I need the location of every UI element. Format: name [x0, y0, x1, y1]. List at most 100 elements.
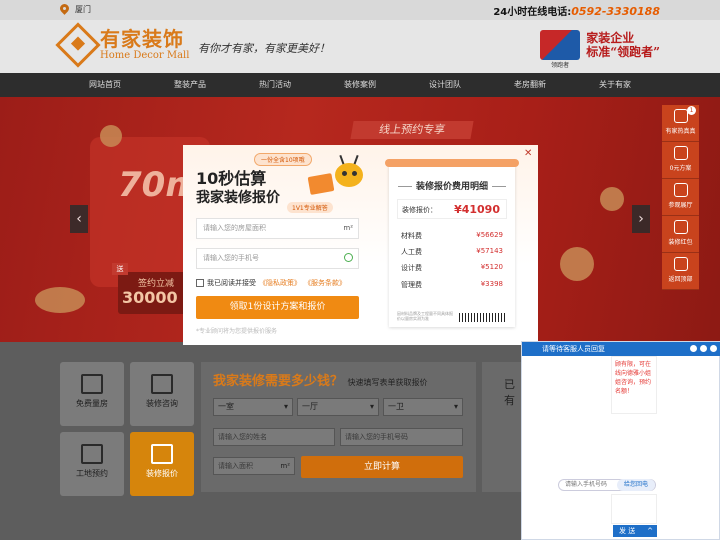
- location-pin-icon: [60, 4, 69, 15]
- area-unit: m²: [280, 462, 290, 470]
- location-icon: [673, 183, 688, 197]
- agree-checkbox[interactable]: [196, 279, 204, 287]
- terms-link[interactable]: 《服务条款》: [304, 278, 346, 288]
- house-measure-icon: [81, 374, 103, 394]
- close-icon[interactable]: ✕: [524, 149, 534, 159]
- receipt-row: 人工费 ¥57143: [401, 247, 505, 257]
- float-redpacket-label: 装修红包: [668, 239, 693, 246]
- float-service-label: 有家热真真: [665, 128, 696, 135]
- maximize-icon[interactable]: [700, 345, 707, 352]
- notification-badge: 1: [687, 106, 696, 115]
- callback-button[interactable]: 给您回电: [617, 479, 655, 491]
- nav-about[interactable]: 关于有家: [573, 73, 658, 97]
- row-label: 管理费: [401, 281, 422, 289]
- nav-design-team[interactable]: 设计团队: [403, 73, 488, 97]
- consult-icon: [151, 374, 173, 394]
- send-caret[interactable]: ^: [647, 525, 653, 537]
- callback-phone-input[interactable]: 请输入手机号码 给您回电: [558, 479, 656, 491]
- float-plan-label: 0元方案: [669, 165, 692, 172]
- banner-prev-arrow[interactable]: ‹: [70, 205, 88, 233]
- city-label[interactable]: 厦门: [75, 4, 91, 15]
- headset-icon: [673, 109, 688, 123]
- receipt-row: 材料费 ¥56629: [401, 231, 505, 241]
- room-select[interactable]: 一室: [213, 398, 293, 416]
- shield-check-icon: [344, 253, 353, 262]
- row-value: ¥56629: [476, 231, 503, 239]
- float-showroom[interactable]: 参观展厅: [662, 179, 699, 216]
- barcode-icon: [459, 313, 507, 322]
- location[interactable]: 厦门: [60, 4, 91, 15]
- tile-consult-label: 装修咨询: [146, 399, 178, 408]
- float-top-label: 返回顶部: [668, 276, 693, 283]
- float-back-top[interactable]: 返回顶部: [662, 253, 699, 290]
- badge-line2: 标准“领跑者”: [586, 45, 660, 59]
- modal-tag-expert: 1V1专业解答: [287, 202, 333, 213]
- chat-message: 顾有限，可在线向德雅小姐姐咨询，预约名额！: [611, 356, 657, 414]
- bath-select[interactable]: 一卫: [383, 398, 463, 416]
- privacy-link[interactable]: 《隐私政策》: [259, 278, 301, 288]
- area-field[interactable]: 请输入您的房屋面积 m²: [196, 218, 359, 239]
- badge-line1: 家装企业: [586, 31, 635, 45]
- discount-amount: 30000: [122, 288, 178, 307]
- row-label: 人工费: [401, 248, 422, 256]
- phone-input[interactable]: 请输入您的手机号码: [340, 428, 463, 446]
- hotline-number[interactable]: 0592-3330188: [571, 5, 660, 18]
- logo-cn: 有家装饰: [100, 27, 184, 51]
- calc-title-main: 我家装修需要多少钱？: [213, 374, 344, 389]
- tile-site-label: 工地预约: [76, 469, 108, 478]
- chat-controls: [690, 345, 717, 352]
- modal-title-1: 10秒估算: [196, 169, 267, 188]
- chat-title: 请等待客服人员回复: [542, 345, 605, 353]
- flag-icon: 领跑者: [540, 30, 581, 69]
- receipt-roll: [385, 159, 519, 167]
- modal-note: *专业顾问将为您提供报价服务: [196, 328, 278, 335]
- banner-next-arrow[interactable]: ›: [632, 205, 650, 233]
- quote-label: 装修报价：: [402, 206, 437, 214]
- agreement: 我已阅读并接受 《隐私政策》 《服务条款》: [196, 278, 346, 288]
- modal-title-2: 我家装修报价: [196, 190, 280, 206]
- send-button[interactable]: 发 送 ^: [613, 525, 657, 537]
- close-icon[interactable]: [710, 345, 717, 352]
- top-bar: 厦门 24小时在线电话:0592-3330188: [0, 0, 720, 20]
- float-service[interactable]: 1 有家热真真: [662, 105, 699, 142]
- banner-gift-tag: 送: [112, 263, 128, 275]
- construction-icon: [81, 444, 103, 464]
- tile-measure[interactable]: 免费量房: [60, 362, 124, 426]
- chat-widget: 请等待客服人员回复 顾有限，可在线向德雅小姐姐咨询，预约名额！ 请输入手机号码 给…: [521, 341, 720, 540]
- tile-consult[interactable]: 装修咨询: [130, 362, 194, 426]
- nav-products[interactable]: 整装产品: [148, 73, 233, 97]
- nav-renovation[interactable]: 老房翻新: [488, 73, 573, 97]
- float-redpacket[interactable]: 装修红包: [662, 216, 699, 253]
- float-free-plan[interactable]: 0元方案: [662, 142, 699, 179]
- calculate-button[interactable]: 立即计算: [301, 456, 463, 478]
- tile-quote[interactable]: 装修报价: [130, 432, 194, 496]
- chat-header[interactable]: 请等待客服人员回复: [522, 342, 720, 356]
- quote-total: 装修报价： ¥41090: [397, 199, 507, 219]
- name-input[interactable]: 请输入您的姓名: [213, 428, 335, 446]
- tile-site-visit[interactable]: 工地预约: [60, 432, 124, 496]
- chat-textarea[interactable]: [611, 494, 657, 524]
- logo-en: Home Decor Mall: [100, 50, 190, 61]
- logo[interactable]: 有家装饰 Home Decor Mall: [55, 21, 190, 68]
- get-plan-button[interactable]: 领取1份设计方案和报价: [196, 296, 359, 319]
- hall-select[interactable]: 一厅: [297, 398, 379, 416]
- banner-discount: 签约立减 30000: [118, 272, 193, 314]
- arrow-up-icon: [673, 257, 688, 271]
- yen-icon: [151, 444, 173, 464]
- nav-home[interactable]: 网站首页: [63, 73, 148, 97]
- hotline-label: 24小时在线电话:: [493, 7, 572, 18]
- coin-icon: [600, 187, 624, 211]
- area-input[interactable]: 请输入面积 m²: [213, 457, 295, 475]
- nav-cases[interactable]: 装修案例: [318, 73, 403, 97]
- nav-events[interactable]: 热门活动: [233, 73, 318, 97]
- receipt-fine-print: 因材料品牌及工程量不同具体报价以量房实测为准: [397, 311, 453, 321]
- send-label: 发 送: [619, 527, 636, 535]
- badge-caption: 领跑者: [551, 62, 570, 69]
- phone-field[interactable]: 请输入您的手机号: [196, 248, 359, 269]
- receipt-heading: 装修报价费用明细: [389, 179, 515, 192]
- area-field-unit: m²: [343, 224, 353, 232]
- minimize-icon[interactable]: [690, 345, 697, 352]
- gift-icon: [673, 220, 688, 234]
- row-value: ¥5120: [480, 263, 503, 271]
- main-nav: 网站首页 整装产品 热门活动 装修案例 设计团队 老房翻新 关于有家: [0, 73, 720, 97]
